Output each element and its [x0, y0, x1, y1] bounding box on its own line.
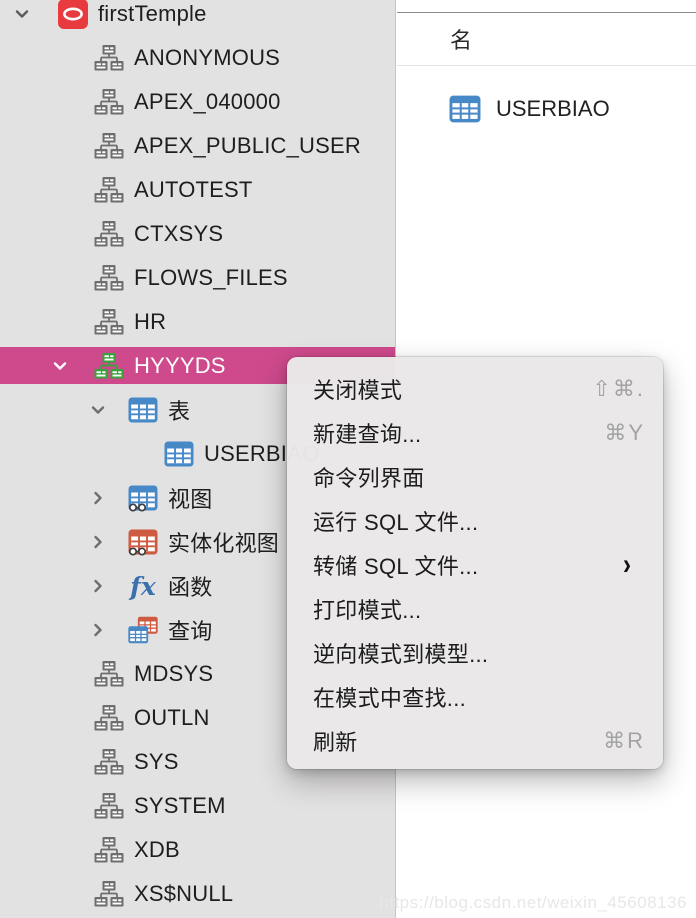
folder-label: 表: [168, 394, 190, 426]
folder-label: 实体化视图: [168, 526, 279, 558]
schema-label: AUTOTEST: [134, 177, 253, 203]
chevron-down-icon[interactable]: [88, 400, 108, 420]
schema-label: APEX_040000: [134, 89, 281, 115]
schema-label: XS$NULL: [134, 881, 233, 907]
menu-label: 在模式中查找...: [313, 681, 466, 713]
functions-folder-icon: fx: [128, 571, 158, 601]
menu-label: 刷新: [313, 725, 358, 757]
schema-label: APEX_PUBLIC_USER: [134, 133, 361, 159]
menu-label: 运行 SQL 文件...: [313, 505, 478, 537]
schema-label: HYYYDS: [134, 353, 226, 379]
chevron-down-icon[interactable]: [50, 356, 70, 376]
object-list-row[interactable]: USERBIAO: [397, 93, 696, 125]
menu-label: 转储 SQL 文件...: [313, 549, 478, 581]
menu-item-command-line[interactable]: 命令列界面: [287, 455, 663, 499]
tree-item-connection[interactable]: firstTemple: [0, 0, 395, 36]
schema-icon: [94, 747, 124, 777]
menu-label: 关闭模式: [313, 373, 402, 405]
menu-shortcut: ⌘Y: [604, 420, 645, 446]
schema-label: FLOWS_FILES: [134, 265, 288, 291]
schema-icon: [94, 879, 124, 909]
menu-item-new-query[interactable]: 新建查询... ⌘Y: [287, 411, 663, 455]
object-list-header[interactable]: 名: [397, 13, 696, 66]
chevron-right-icon[interactable]: [88, 532, 108, 552]
menu-item-dump-sql-file[interactable]: 转储 SQL 文件... ›: [287, 543, 663, 587]
table-icon: [449, 93, 481, 125]
oracle-connection-icon: [58, 0, 88, 29]
schema-icon: [94, 43, 124, 73]
tree-item-schema[interactable]: CTXSYS: [0, 212, 395, 256]
chevron-right-icon[interactable]: [88, 488, 108, 508]
name-column-header[interactable]: 名: [450, 23, 472, 55]
tree-item-schema[interactable]: SYSTEM: [0, 784, 395, 828]
queries-folder-icon: [128, 615, 158, 645]
schema-label: ANONYMOUS: [134, 45, 280, 71]
chevron-right-icon[interactable]: [88, 620, 108, 640]
schema-icon: [94, 791, 124, 821]
tree-item-schema[interactable]: XS$NULL: [0, 872, 395, 916]
chevron-down-icon[interactable]: [12, 4, 32, 24]
menu-label: 新建查询...: [313, 417, 421, 449]
toolbar-bottom-strip: [397, 0, 696, 13]
menu-item-close-schema[interactable]: 关闭模式 ⇧⌘.: [287, 367, 663, 411]
menu-item-find-in-schema[interactable]: 在模式中查找...: [287, 675, 663, 719]
tree-item-schema[interactable]: XDB: [0, 828, 395, 872]
menu-shortcut: ⌘R: [603, 728, 645, 754]
tree-item-schema[interactable]: AUTOTEST: [0, 168, 395, 212]
tree-item-schema[interactable]: FLOWS_FILES: [0, 256, 395, 300]
schema-icon: [94, 219, 124, 249]
tree-item-schema[interactable]: APEX_040000: [0, 80, 395, 124]
navicat-window: firstTemple ANONYMOUS APEX_040000 APEX_P…: [0, 0, 696, 918]
table-icon: [164, 439, 194, 469]
menu-shortcut: ⇧⌘.: [592, 376, 645, 402]
schema-open-icon: [94, 351, 124, 381]
csdn-watermark: https://blog.csdn.net/weixin_45608136: [379, 893, 687, 913]
schema-icon: [94, 263, 124, 293]
menu-label: 打印模式...: [313, 593, 421, 625]
tree-item-schema[interactable]: HR: [0, 300, 395, 344]
table-name: USERBIAO: [496, 96, 610, 122]
menu-label: 命令列界面: [313, 461, 425, 493]
schema-label: CTXSYS: [134, 221, 223, 247]
chevron-right-icon[interactable]: [88, 576, 108, 596]
tree-item-schema[interactable]: APEX_PUBLIC_USER: [0, 124, 395, 168]
folder-label: 查询: [168, 614, 212, 646]
schema-label: XDB: [134, 837, 180, 863]
connection-label: firstTemple: [98, 1, 207, 27]
materialized-views-folder-icon: [128, 527, 158, 557]
schema-icon: [94, 835, 124, 865]
schema-icon: [94, 175, 124, 205]
schema-label: SYSTEM: [134, 793, 226, 819]
schema-label: MDSYS: [134, 661, 213, 687]
schema-label: HR: [134, 309, 166, 335]
menu-item-refresh[interactable]: 刷新 ⌘R: [287, 719, 663, 763]
folder-label: 函数: [168, 570, 212, 602]
tree-item-schema[interactable]: ANONYMOUS: [0, 36, 395, 80]
schema-icon: [94, 87, 124, 117]
schema-icon: [94, 659, 124, 689]
folder-label: 视图: [168, 482, 212, 514]
schema-icon: [94, 307, 124, 337]
schema-context-menu: 关闭模式 ⇧⌘. 新建查询... ⌘Y 命令列界面 运行 SQL 文件... 转…: [287, 357, 663, 769]
submenu-arrow-icon: ›: [623, 550, 631, 580]
menu-item-reverse-schema-to-model[interactable]: 逆向模式到模型...: [287, 631, 663, 675]
schema-icon: [94, 131, 124, 161]
tables-folder-icon: [128, 395, 158, 425]
schema-label: SYS: [134, 749, 179, 775]
menu-label: 逆向模式到模型...: [313, 637, 488, 669]
menu-item-print-schema[interactable]: 打印模式...: [287, 587, 663, 631]
schema-label: OUTLN: [134, 705, 210, 731]
schema-icon: [94, 703, 124, 733]
menu-item-run-sql-file[interactable]: 运行 SQL 文件...: [287, 499, 663, 543]
views-folder-icon: [128, 483, 158, 513]
